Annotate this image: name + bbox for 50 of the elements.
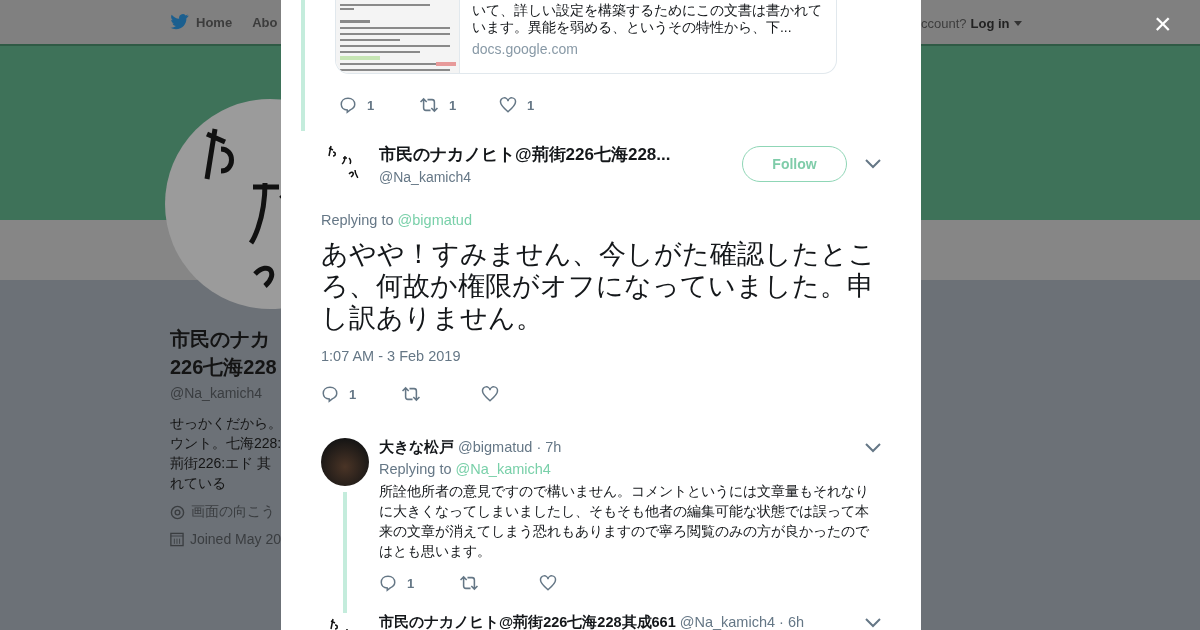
retweet-icon[interactable] — [419, 96, 439, 114]
reply-icon[interactable] — [321, 385, 339, 403]
tweet-age[interactable]: · 7h — [536, 439, 562, 455]
heart-icon[interactable] — [539, 574, 557, 592]
login-link[interactable]: Log in — [970, 15, 1010, 31]
profile-name: 市民のナカ — [170, 327, 271, 352]
link-domain: docs.google.com — [472, 41, 579, 58]
profile-bio-line: ウント。七海228: — [170, 434, 281, 453]
retweet-icon[interactable] — [459, 574, 479, 592]
count: 1 — [527, 97, 535, 113]
replying-to: Replying to @bigmatud — [321, 212, 473, 228]
reply-text: 所詮他所者の意見ですので構いません。コメントというには文章量もそれなりに大きくなってしまいましたし、そもそも他者の編集可能な状態では誤って本来の文章が消えてしまう恐れもありますので寧ろ閲覧のみの方が良かったのではとも思います。 — [379, 482, 870, 561]
nav-link[interactable]: Abo — [252, 14, 278, 30]
tweet-age[interactable]: · 6h — [779, 614, 805, 630]
account-prompt: ccount? — [921, 15, 967, 31]
replying-to: Replying to @Na_kamich4 — [379, 461, 552, 477]
author-name[interactable]: 市民のナカノヒト@荊街226七海228其成661 — [379, 613, 676, 630]
author-handle[interactable]: @Na_kamich4 — [379, 169, 742, 185]
link-card[interactable]: いて、詳しい設定を構築するためにこの文書は書かれています。異能を弱める、というその特性から、下... docs.google.com — [335, 0, 837, 74]
nav-link[interactable]: Home — [170, 14, 233, 30]
count: 1 — [349, 386, 357, 402]
reply-icon[interactable] — [339, 96, 357, 114]
heart-icon[interactable] — [481, 385, 499, 403]
caret-icon — [1013, 20, 1022, 26]
chevron-down-icon[interactable] — [865, 159, 881, 169]
tweet-timestamp[interactable]: 1:07 AM - 3 Feb 2019 — [321, 348, 881, 364]
count: 1 — [449, 97, 457, 113]
profile-handle: @Na_kamich4 — [170, 385, 264, 401]
profile-bio-line: 荊街226:エド 其 — [170, 454, 273, 473]
bird-icon — [170, 14, 190, 30]
count: 1 — [367, 97, 375, 113]
avatar[interactable] — [321, 438, 369, 486]
author-name[interactable]: 大きな松戸 — [379, 438, 454, 457]
calendar-icon — [170, 531, 184, 547]
count: 1 — [407, 575, 415, 591]
reply-icon[interactable] — [379, 574, 397, 592]
author-name[interactable]: 市民のナカノヒト@荊街226七海228... — [379, 143, 742, 166]
heart-icon[interactable] — [499, 96, 517, 114]
location-pin-icon — [170, 504, 185, 520]
profile-bio-line: れている — [170, 474, 227, 493]
profile-name: 226七海228 — [170, 355, 278, 380]
author-handle[interactable]: @Na_kamich4 — [679, 614, 776, 630]
chevron-down-icon[interactable] — [865, 617, 881, 628]
profile-bio-line: せっかくだから。 — [170, 414, 281, 433]
tweet-text: あやや！すみません、今しがた確認したところ、何故か権限がオフになっていました。申し訳ありません。 — [321, 238, 877, 334]
retweet-icon[interactable] — [401, 385, 421, 403]
author-handle[interactable]: @bigmatud — [458, 439, 533, 455]
chevron-down-icon[interactable] — [865, 442, 881, 453]
link-description: いて、詳しい設定を構築するためにこの文書は書かれています。異能を弱める、というその特性から、下... — [472, 2, 823, 36]
close-button[interactable]: × — [1154, 8, 1172, 40]
